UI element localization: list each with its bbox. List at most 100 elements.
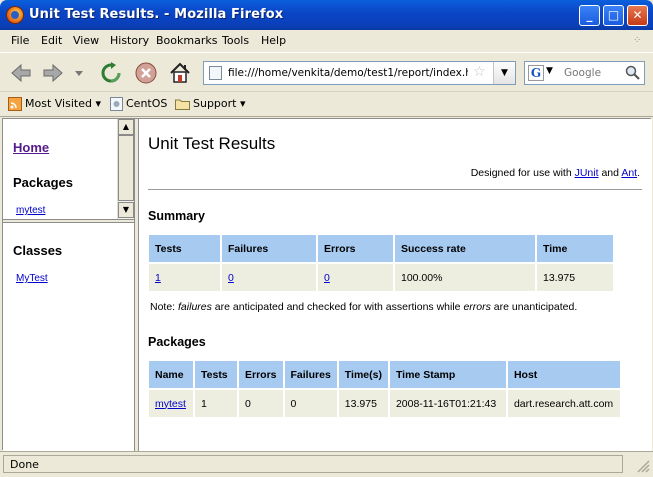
search-icon[interactable] — [625, 65, 641, 81]
packages-section-heading: Packages — [148, 335, 206, 349]
close-button[interactable]: ✕ — [627, 5, 648, 26]
note-failures: failures — [178, 301, 212, 313]
bookmark-centos[interactable]: CentOS — [110, 97, 167, 111]
table-header-row: Tests Failures Errors Success rate Time — [149, 235, 613, 262]
tests-count-link[interactable]: 1 — [155, 272, 161, 284]
column-header: Name — [149, 361, 193, 388]
ant-link[interactable]: Ant — [621, 167, 637, 179]
packages-frame: Home Packages mytest ▲ ▼ — [3, 119, 134, 220]
column-header: Time Stamp — [389, 361, 506, 388]
stop-icon[interactable] — [134, 61, 158, 85]
note-errors: errors — [463, 301, 491, 313]
table-cell: dart.research.att.com — [507, 390, 620, 417]
url-input[interactable] — [228, 65, 468, 81]
bookmark-star-icon[interactable]: ☆ — [473, 64, 486, 80]
junit-link[interactable]: JUnit — [575, 167, 599, 179]
designed-and: and — [598, 167, 622, 179]
menu-bookmarks[interactable]: Bookmarks — [156, 34, 217, 47]
reload-icon[interactable] — [99, 61, 123, 85]
minimize-button[interactable]: _ — [579, 5, 600, 26]
designed-for-note: Designed for use with JUnit and Ant. — [471, 167, 640, 179]
summary-note: Note: failures are anticipated and check… — [150, 301, 577, 313]
menu-view[interactable]: View — [73, 34, 99, 47]
status-bar: Done — [0, 451, 653, 477]
column-header: Errors — [239, 361, 283, 388]
table-cell: 0 — [222, 264, 316, 291]
search-bar[interactable]: G ▼ — [524, 61, 645, 85]
note-suffix: are unanticipated. — [490, 301, 578, 313]
column-header: Failures — [222, 235, 316, 262]
note-middle: are anticipated and checked for with ass… — [211, 301, 464, 313]
packages-heading: Packages — [13, 175, 73, 190]
table-cell: 0 — [318, 264, 393, 291]
class-link-mytest[interactable]: MyTest — [16, 273, 48, 284]
home-link[interactable]: Home — [13, 140, 49, 155]
bookmark-label: CentOS — [126, 97, 168, 110]
home-icon[interactable] — [168, 61, 192, 85]
package-name-link[interactable]: mytest — [155, 398, 186, 410]
forward-icon[interactable] — [41, 61, 65, 85]
back-icon[interactable] — [9, 61, 33, 85]
column-header: Tests — [149, 235, 220, 262]
content-area: Home Packages mytest ▲ ▼ Classes MyTest … — [2, 118, 652, 451]
search-input[interactable] — [564, 65, 624, 81]
menu-tools[interactable]: Tools — [222, 34, 249, 47]
table-header-row: Name Tests Errors Failures Time(s) Time … — [149, 361, 620, 388]
table-cell: 1 — [149, 264, 220, 291]
column-header: Errors — [318, 235, 393, 262]
page-icon — [110, 97, 123, 111]
table-cell: 13.975 — [338, 390, 388, 417]
table-cell: 13.975 — [537, 264, 613, 291]
scroll-thumb[interactable] — [118, 135, 134, 201]
page-title: Unit Test Results — [148, 134, 276, 153]
menu-file[interactable]: File — [11, 34, 29, 47]
status-text: Done — [3, 455, 623, 473]
menu-bar: File Edit View History Bookmarks Tools H… — [0, 30, 653, 52]
column-header: Tests — [195, 361, 237, 388]
table-cell: mytest — [149, 390, 193, 417]
table-row: mytest 1 0 0 13.975 2008-11-16T01:21:43 … — [149, 390, 620, 417]
maximize-button[interactable]: □ — [603, 5, 624, 26]
classes-frame: Classes MyTest — [3, 223, 134, 451]
bookmark-support[interactable]: Support ▾ — [175, 97, 246, 110]
package-link-mytest[interactable]: mytest — [16, 205, 45, 216]
firefox-icon — [6, 6, 24, 24]
designed-period: . — [637, 167, 640, 179]
history-dropdown-icon[interactable] — [73, 61, 85, 85]
resize-grip-icon[interactable] — [634, 457, 650, 473]
table-cell: 2008-11-16T01:21:43 — [389, 390, 506, 417]
table-cell: 1 — [195, 390, 237, 417]
divider — [148, 189, 642, 190]
failures-count-link[interactable]: 0 — [228, 272, 234, 284]
url-dropdown-button[interactable]: ▼ — [493, 62, 515, 84]
table-cell: 0 — [239, 390, 283, 417]
designed-prefix: Designed for use with — [470, 167, 575, 179]
main-frame: Unit Test Results Designed for use with … — [139, 119, 652, 451]
throbber-icon: ⁘ — [633, 35, 642, 46]
table-cell: 100.00% — [395, 264, 535, 291]
menu-edit[interactable]: Edit — [41, 34, 62, 47]
column-header: Failures — [284, 361, 337, 388]
url-bar[interactable]: ☆ ▼ — [203, 61, 516, 85]
rss-folder-icon — [8, 97, 22, 111]
window-title-bar[interactable]: Unit Test Results. - Mozilla Firefox _ □… — [0, 0, 653, 30]
packages-frame-scrollbar[interactable]: ▲ ▼ — [117, 119, 134, 219]
menu-help[interactable]: Help — [261, 34, 286, 47]
table-cell: 0 — [284, 390, 337, 417]
search-engine-icon[interactable]: G — [528, 65, 544, 81]
menu-history[interactable]: History — [110, 34, 149, 47]
window-title: Unit Test Results. - Mozilla Firefox — [29, 7, 284, 22]
folder-icon — [175, 99, 190, 110]
scroll-up-button[interactable]: ▲ — [118, 119, 134, 135]
bookmark-most-visited[interactable]: Most Visited ▾ — [8, 97, 101, 111]
column-header: Time — [537, 235, 613, 262]
errors-count-link[interactable]: 0 — [324, 272, 330, 284]
summary-heading: Summary — [148, 209, 205, 223]
table-row: 1 0 0 100.00% 13.975 — [149, 264, 613, 291]
search-engine-dropdown-icon[interactable]: ▼ — [546, 66, 553, 76]
column-header: Host — [507, 361, 620, 388]
navigation-toolbar: ☆ ▼ G ▼ — [0, 52, 653, 90]
bookmark-label: Support — [193, 97, 237, 110]
column-header: Time(s) — [338, 361, 388, 388]
scroll-down-button[interactable]: ▼ — [118, 202, 134, 218]
